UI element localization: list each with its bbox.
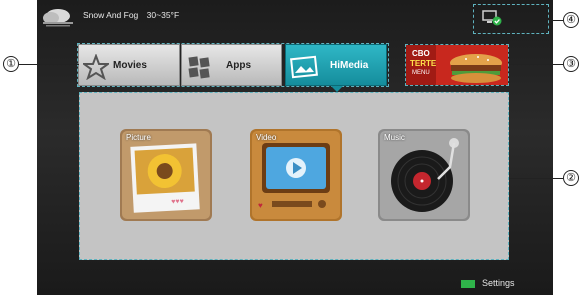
music-label: Music — [384, 133, 405, 142]
top-bar: Snow And Fog 30~35°F — [37, 0, 553, 36]
ad-banner[interactable]: CBO TERTE MENU — [405, 44, 509, 86]
image-gallery-icon — [290, 55, 318, 79]
svg-text:♥♥♥: ♥♥♥ — [171, 198, 184, 206]
weather-info: Snow And Fog 30~35°F — [83, 10, 185, 20]
svg-text:♥: ♥ — [258, 201, 263, 210]
media-panel: ♥♥♥ Picture ♥ Video Music — [79, 92, 509, 260]
music-icon — [378, 129, 470, 221]
video-label: Video — [256, 133, 277, 142]
music-tile[interactable]: Music — [378, 129, 470, 221]
video-icon: ♥ — [250, 129, 342, 221]
callout-1: ① — [3, 56, 19, 72]
tab-himedia[interactable]: HiMedia — [285, 44, 387, 86]
tab-apps[interactable]: Apps — [181, 44, 282, 86]
tab-apps-label: Apps — [226, 60, 251, 71]
tab-movies-label: Movies — [113, 60, 147, 71]
callout-1-line — [19, 64, 79, 65]
star-icon — [83, 54, 109, 80]
callout-3-line — [509, 64, 563, 65]
picture-label: Picture — [126, 133, 151, 142]
ad-text-1: CBO — [412, 49, 430, 58]
tv-screen: Snow And Fog 30~35°F Movies Apps HiMedia… — [37, 0, 553, 295]
picture-tile[interactable]: ♥♥♥ Picture — [120, 129, 212, 221]
ad-text-3: MENU — [412, 70, 430, 76]
temperature-range: 30~35°F — [146, 10, 180, 20]
video-tile[interactable]: ♥ Video — [250, 129, 342, 221]
green-key-icon — [461, 280, 475, 288]
callout-4: ④ — [563, 12, 579, 28]
ad-text-2: TERTE — [410, 59, 437, 68]
apps-grid-icon — [188, 56, 210, 79]
network-connected-icon — [482, 10, 502, 26]
callout-2-line — [509, 178, 563, 179]
settings-label: Settings — [482, 278, 515, 288]
callout-4-line — [549, 20, 563, 21]
tab-movies[interactable]: Movies — [78, 44, 180, 86]
picture-icon: ♥♥♥ — [120, 129, 212, 221]
callout-3: ③ — [563, 56, 579, 72]
weather-condition: Snow And Fog — [83, 10, 139, 20]
network-status[interactable] — [473, 4, 549, 34]
snow-fog-weather-icon — [43, 9, 73, 27]
callout-2: ② — [563, 170, 579, 186]
tab-himedia-label: HiMedia — [330, 60, 369, 71]
